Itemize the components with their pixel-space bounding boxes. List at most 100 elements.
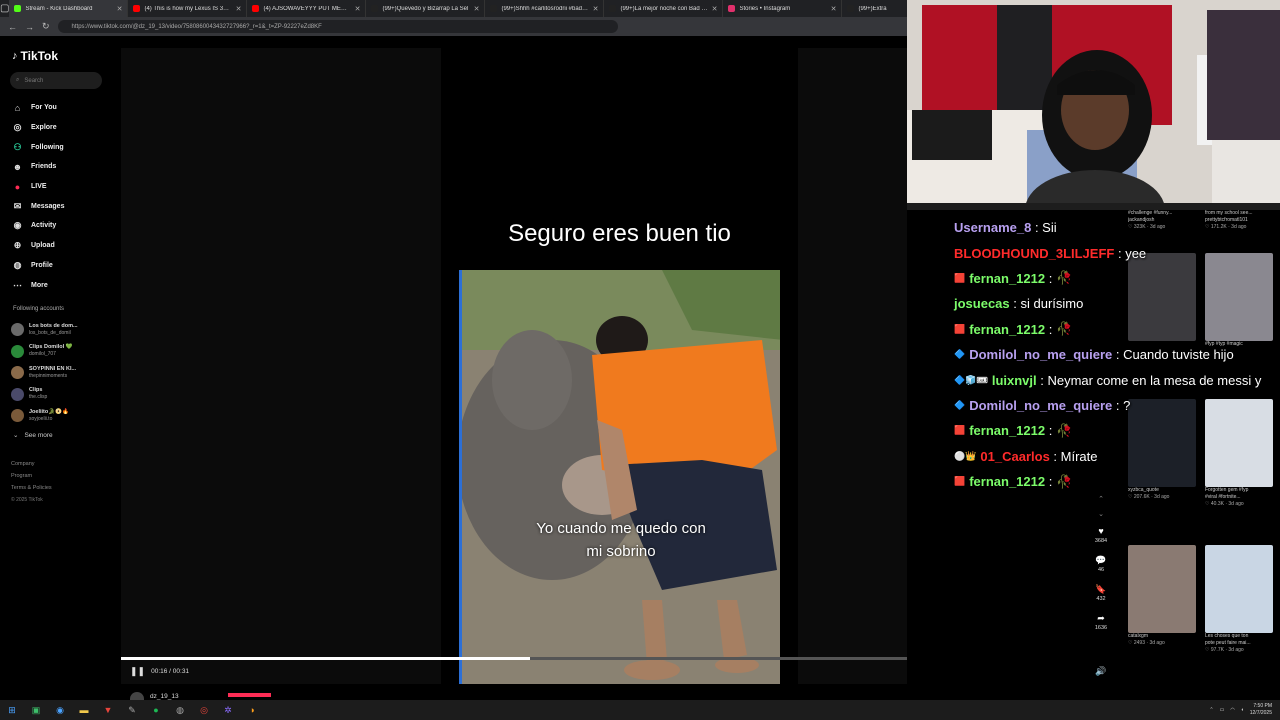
close-icon[interactable]: ✕ — [236, 5, 242, 13]
close-icon[interactable]: ✕ — [831, 5, 837, 13]
suggested-video[interactable]: catalxgm ♡ 2493 · 3d ago — [1128, 545, 1202, 688]
suggested-video-stats: ♡ 2493 · 3d ago — [1128, 640, 1165, 646]
volume-icon[interactable]: 🔊 — [1095, 666, 1106, 677]
heart-icon[interactable]: ♥ — [1098, 525, 1103, 537]
see-more-label: See more — [24, 431, 53, 439]
sidebar-item-label: For You — [31, 104, 57, 112]
video-author[interactable]: dz_19_13 — [130, 692, 179, 700]
search-input[interactable]: ⌕ Search — [10, 72, 102, 89]
tab-favicon-icon — [847, 5, 855, 12]
close-icon[interactable]: ✕ — [355, 5, 361, 13]
pen-icon[interactable]: ✎ — [120, 700, 144, 720]
app-purple-icon[interactable]: ✲ — [216, 700, 240, 720]
browser-tab[interactable]: (99+)Extra✕ — [842, 0, 907, 17]
browser-tab[interactable]: (99+)Shhh #carlitosrodrii #badbu ✕ — [485, 0, 605, 17]
account-name: Los bots de dom... — [29, 322, 78, 329]
chat-badge-icon: 🟥 — [954, 425, 966, 436]
sidebar-item-activity[interactable]: ◉ Activity — [12, 216, 112, 236]
sidebar-item-live[interactable]: ● LIVE — [12, 177, 112, 197]
browser-tab[interactable]: Stories • Instagram ✕ — [723, 0, 843, 17]
battery-icon[interactable]: ▭ — [1220, 707, 1225, 713]
caption-line-1: Yo cuando me quedo con — [536, 520, 706, 537]
tab-title: Stream - Kick Dashboard — [25, 5, 93, 12]
following-account[interactable]: Clips the.clisp — [11, 384, 116, 406]
bookmark-icon[interactable]: 🔖 — [1095, 583, 1106, 595]
chat-username: BLOODHOUND_3LILJEFF — [954, 245, 1115, 261]
chevron-down-icon[interactable]: ⌄ — [1098, 510, 1104, 525]
video-progress-bar[interactable] — [121, 657, 907, 660]
sidebar-item-messages[interactable]: ✉ Messages — [12, 196, 112, 216]
sidebar-item-friends[interactable]: ☻ Friends — [12, 157, 112, 177]
tab-overview-icon[interactable]: ▢ — [0, 0, 9, 17]
pause-icon[interactable]: ❚❚ — [130, 666, 145, 677]
footer-link-terms[interactable]: Terms & Policies — [11, 482, 52, 494]
obs-icon[interactable]: ◎ — [192, 700, 216, 720]
browser-tab[interactable]: (4) This is how my Lexus IS 350 lo ✕ — [128, 0, 248, 17]
sidebar-item-following[interactable]: ⚇ Following — [12, 137, 112, 157]
chat-message: 🔷🧊🎟 luixnvjl : Neymar come en la mesa de … — [954, 367, 1280, 392]
tab-title: Stories • Instagram — [739, 5, 791, 12]
wifi-icon[interactable]: ◠ — [1230, 707, 1234, 713]
video-clip-frame[interactable]: Yo cuando me quedo con mi sobrino — [459, 270, 780, 684]
folder-icon[interactable]: ▬ — [72, 700, 96, 720]
chevron-up-icon[interactable]: ⌃ — [1098, 495, 1104, 510]
chat-text: Mírate — [1060, 448, 1098, 464]
search-taskbar-icon[interactable]: ▣ — [24, 700, 48, 720]
sidebar-item-more[interactable]: ⋯ More — [12, 275, 112, 295]
share-count: 1636 — [1094, 625, 1108, 631]
following-account[interactable]: Clips Domilol 💚 domilol_707 — [11, 341, 116, 363]
browser-tab[interactable]: (4) AJSOWAVEYYY PUT MEMO Cl ✕ — [247, 0, 367, 17]
account-handle: the.clisp — [29, 394, 48, 401]
chrome-alt-icon[interactable]: ◍ — [168, 700, 192, 720]
url-field[interactable]: https://www.tiktok.com/@dz_19_13/video/7… — [57, 20, 618, 33]
sidebar-item-upload[interactable]: ⊕ Upload — [12, 236, 112, 256]
following-account[interactable]: Joeliito🐊📀🔥 soyjoelii.to — [11, 405, 116, 427]
start-icon[interactable]: ⊞ — [0, 700, 24, 720]
search-icon: ⌕ — [16, 77, 20, 83]
browser-tab[interactable]: Stream - Kick Dashboard ✕ — [9, 0, 129, 17]
forward-icon[interactable]: → — [25, 22, 34, 32]
sidebar-item-explore[interactable]: ◎ Explore — [12, 118, 112, 138]
close-icon[interactable]: ✕ — [712, 5, 718, 13]
app-red-icon[interactable]: ▼ — [96, 700, 120, 720]
close-icon[interactable]: ✕ — [593, 5, 599, 13]
following-account[interactable]: Los bots de dom... los_bots_de_domil — [11, 319, 116, 341]
author-avatar — [130, 692, 144, 700]
address-bar: ← → ↻ https://www.tiktok.com/@dz_19_13/v… — [0, 17, 907, 36]
close-icon[interactable]: ✕ — [474, 5, 480, 13]
spotify-icon[interactable]: ● — [144, 700, 168, 720]
close-icon[interactable]: ✕ — [117, 5, 123, 13]
browser-tab[interactable]: (99+)La mejor noche con Bad Bu ✕ — [604, 0, 724, 17]
clock[interactable]: 7:50 PM 12/7/2025 — [1250, 703, 1272, 717]
following-accounts-title: Following accounts — [13, 306, 65, 312]
tiktok-logo[interactable]: ♪ TikTok — [12, 49, 58, 63]
see-more-button[interactable]: ⌄ See more — [13, 431, 53, 440]
chat-message: Username_8 : Sii — [954, 215, 1280, 240]
comment-icon[interactable]: 💬 — [1095, 554, 1106, 566]
footer-link-program[interactable]: Program — [11, 470, 52, 482]
tab-favicon-icon — [14, 5, 22, 12]
chevron-up-icon[interactable]: ⌃ — [1209, 707, 1213, 713]
avatar — [11, 387, 24, 401]
app-orange-icon[interactable]: ◑ — [240, 700, 264, 720]
follow-button[interactable] — [228, 693, 271, 697]
browser-tab[interactable]: (99+)Quevedo y Bizarrap La Sel ✕ — [366, 0, 486, 17]
reload-icon[interactable]: ↻ — [42, 21, 50, 32]
more-icon: ⋯ — [13, 279, 22, 290]
back-icon[interactable]: ← — [8, 22, 17, 32]
sidebar-item-for-you[interactable]: ⌂ For You — [12, 98, 112, 118]
chrome-icon[interactable]: ◉ — [48, 700, 72, 720]
chat-text: Sii — [1042, 220, 1057, 236]
suggested-video[interactable]: Les choses que ton pote peut faire mai...… — [1205, 545, 1279, 688]
footer-link-company[interactable]: Company — [11, 458, 52, 470]
speaker-icon[interactable]: ◖ — [1241, 707, 1244, 713]
upload-icon: ⊕ — [13, 240, 22, 251]
following-account-text: Joeliito🐊📀🔥 soyjoelii.to — [29, 409, 69, 423]
tab-favicon-icon — [252, 5, 260, 12]
following-account[interactable]: SOYPINNI EN KI... thepinnimoments — [11, 362, 116, 384]
chat-separator: : — [1049, 448, 1061, 464]
share-icon[interactable]: ➦ — [1097, 612, 1105, 624]
sidebar-item-profile[interactable]: ◍ Profile — [12, 256, 112, 276]
chevron-down-icon: ⌄ — [13, 432, 19, 439]
tab-favicon-icon — [133, 5, 141, 12]
